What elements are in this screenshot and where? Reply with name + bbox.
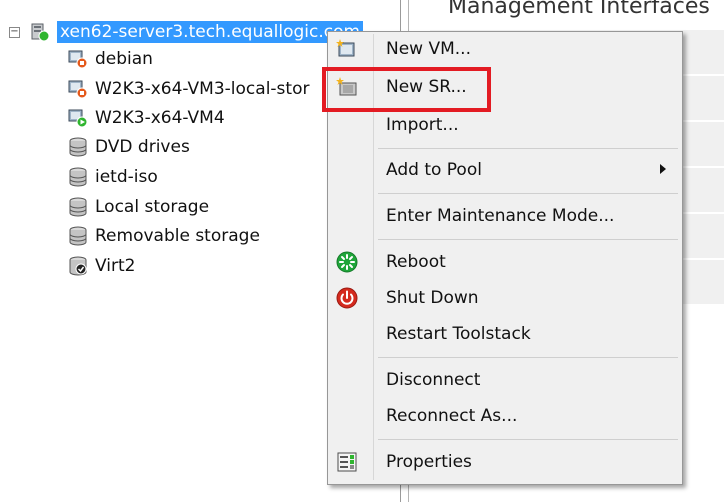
tree-node-storage[interactable]: Local storage xyxy=(68,195,209,219)
menu-item-import[interactable]: Import... xyxy=(328,110,682,140)
vm-stopped-icon xyxy=(68,79,88,99)
menu-item-new-vm[interactable]: New VM... xyxy=(328,34,682,64)
collapse-icon[interactable]: − xyxy=(9,27,20,38)
tree-node-label: ietd-iso xyxy=(95,167,158,187)
tree-node-storage[interactable]: Removable storage xyxy=(68,224,260,248)
menu-item-label: Add to Pool xyxy=(386,160,482,180)
menu-item-label: Disconnect xyxy=(386,370,481,390)
menu-item-label: Reconnect As... xyxy=(386,406,518,426)
storage-icon xyxy=(68,226,88,246)
menu-item-label: New VM... xyxy=(386,39,471,59)
menu-item-label: Shut Down xyxy=(386,288,479,308)
tree-node-label: W2K3-x64-VM3-local-stor xyxy=(95,79,310,99)
menu-item-disconnect[interactable]: Disconnect xyxy=(328,365,682,395)
menu-item-reboot[interactable]: Reboot xyxy=(328,247,682,277)
vm-running-icon xyxy=(68,108,88,128)
tree-node-vm[interactable]: debian xyxy=(68,47,153,71)
menu-item-label: Import... xyxy=(386,115,459,135)
storage-default-icon xyxy=(68,256,88,276)
tree-node-label: Virt2 xyxy=(95,256,136,276)
menu-item-label: Properties xyxy=(386,452,472,472)
tree-node-storage[interactable]: ietd-iso xyxy=(68,165,158,189)
tree-node-label: xen62-server3.tech.equallogic.com xyxy=(57,21,364,43)
properties-icon xyxy=(336,451,358,473)
panel-header: Management Interfaces xyxy=(448,0,710,19)
menu-item-restart-toolstack[interactable]: Restart Toolstack xyxy=(328,319,682,349)
menu-separator xyxy=(378,357,678,358)
vm-stopped-icon xyxy=(68,49,88,69)
submenu-arrow-icon xyxy=(660,164,666,174)
storage-icon xyxy=(68,167,88,187)
menu-separator xyxy=(378,239,678,240)
menu-item-label: Reboot xyxy=(386,252,446,272)
tree-node-label: W2K3-x64-VM4 xyxy=(95,108,225,128)
menu-item-shut-down[interactable]: Shut Down xyxy=(328,283,682,313)
storage-icon xyxy=(68,197,88,217)
tree-node-label: Local storage xyxy=(95,197,210,217)
menu-item-properties[interactable]: Properties xyxy=(328,447,682,477)
menu-item-reconnect-as[interactable]: Reconnect As... xyxy=(328,401,682,431)
menu-item-maintenance-mode[interactable]: Enter Maintenance Mode... xyxy=(328,201,682,231)
tree-node-label: debian xyxy=(95,49,153,69)
new-vm-icon xyxy=(336,38,358,60)
server-running-icon xyxy=(30,22,50,42)
shutdown-icon xyxy=(336,287,358,309)
tree-node-storage[interactable]: DVD drives xyxy=(68,135,190,159)
menu-item-label: Restart Toolstack xyxy=(386,324,531,344)
tree-node-storage[interactable]: Virt2 xyxy=(68,254,135,278)
tree-node-vm[interactable]: W2K3-x64-VM4 xyxy=(68,106,225,130)
menu-item-add-to-pool[interactable]: Add to Pool xyxy=(328,155,682,185)
annotation-highlight xyxy=(322,67,491,112)
menu-separator xyxy=(378,439,678,440)
tree-node-label: Removable storage xyxy=(95,226,260,246)
tree-node-server[interactable]: xen62-server3.tech.equallogic.com xyxy=(30,20,364,44)
tree-node-vm[interactable]: W2K3-x64-VM3-local-stor xyxy=(68,77,309,101)
menu-separator xyxy=(378,193,678,194)
menu-item-label: Enter Maintenance Mode... xyxy=(386,206,615,226)
tree-node-label: DVD drives xyxy=(95,137,190,157)
menu-separator xyxy=(378,148,678,149)
reboot-icon xyxy=(336,251,358,273)
storage-icon xyxy=(68,137,88,157)
